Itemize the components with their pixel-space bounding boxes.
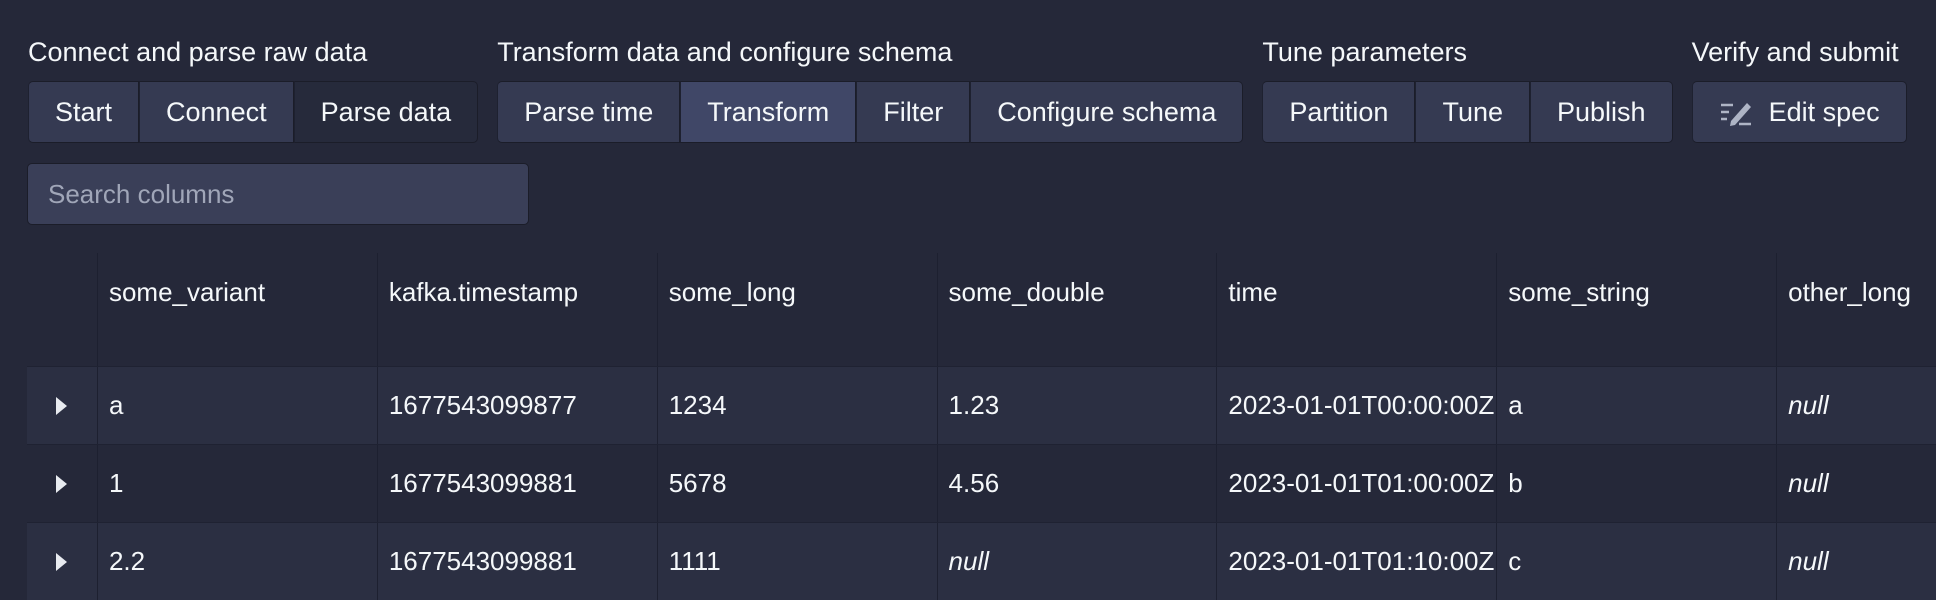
table-cell: 2023-01-01T00:00:00Z (1216, 367, 1496, 444)
table-cell: 1677543099877 (376, 367, 657, 444)
column-header[interactable]: time (1216, 253, 1496, 366)
step-group-title: Connect and parse raw data (28, 37, 368, 67)
step-group-title: Verify and submit (1691, 37, 1899, 67)
table-cell: 1.23 (936, 367, 1217, 444)
step-tune-button[interactable]: Tune (1415, 81, 1530, 143)
table-cell: 2023-01-01T01:00:00Z (1216, 445, 1496, 522)
column-header[interactable]: some_variant (96, 253, 377, 366)
table-cell: 4.56 (936, 445, 1217, 522)
table-cell: 1677543099881 (376, 523, 657, 600)
table-cell: 5678 (656, 445, 937, 522)
table-cell: null (1776, 523, 1936, 600)
step-group-verify: Verify and submit Edit spec (1691, 36, 1907, 143)
step-connect-button[interactable]: Connect (139, 81, 294, 143)
step-group-connect: Connect and parse raw data Start Connect… (28, 36, 479, 143)
edit-spec-label: Edit spec (1768, 96, 1880, 127)
data-preview-table: some_variant kafka.timestamp some_long s… (27, 253, 1936, 600)
step-group-title: Transform data and configure schema (497, 37, 953, 67)
table-row: 2.2 1677543099881 1111 null 2023-01-01T0… (27, 522, 1936, 600)
search-columns-input[interactable] (27, 163, 529, 225)
expand-row-button[interactable] (27, 523, 97, 600)
step-group-tune: Tune parameters Partition Tune Publish (1262, 36, 1673, 143)
step-parse-data-button[interactable]: Parse data (293, 81, 479, 143)
step-group-title: Tune parameters (1262, 37, 1467, 67)
table-row: a 1677543099877 1234 1.23 2023-01-01T00:… (27, 366, 1936, 444)
step-parse-time-button[interactable]: Parse time (497, 81, 681, 143)
step-partition-button[interactable]: Partition (1262, 81, 1416, 143)
column-header[interactable]: some_string (1496, 253, 1776, 366)
step-button-group: Partition Tune Publish (1262, 81, 1673, 143)
table-cell: null (1776, 445, 1936, 522)
table-row: 1 1677543099881 5678 4.56 2023-01-01T01:… (27, 444, 1936, 522)
column-header[interactable]: other_long (1776, 253, 1936, 366)
table-cell: a (1496, 367, 1776, 444)
caret-right-icon (56, 396, 68, 415)
expand-row-button[interactable] (27, 367, 97, 444)
table-cell: 2.2 (96, 523, 377, 600)
table-cell: 1234 (656, 367, 937, 444)
step-transform-button[interactable]: Transform (680, 81, 857, 143)
step-start-button[interactable]: Start (28, 81, 140, 143)
expander-header (27, 253, 97, 366)
table-cell: null (1776, 367, 1936, 444)
table-cell: a (96, 367, 377, 444)
table-cell: 1 (96, 445, 377, 522)
step-button-group: Start Connect Parse data (28, 81, 479, 143)
edit-pencil-icon (1720, 103, 1751, 126)
step-button-group: Edit spec (1691, 81, 1907, 143)
table-cell: 1111 (656, 523, 937, 600)
step-group-transform: Transform data and configure schema Pars… (497, 36, 1244, 143)
step-configure-schema-button[interactable]: Configure schema (970, 81, 1244, 143)
step-wizard: Connect and parse raw data Start Connect… (28, 36, 1907, 143)
caret-right-icon (56, 474, 68, 493)
table-cell: b (1496, 445, 1776, 522)
table-cell: 1677543099881 (376, 445, 657, 522)
step-filter-button[interactable]: Filter (856, 81, 971, 143)
table-cell: null (936, 523, 1217, 600)
column-header[interactable]: some_double (936, 253, 1217, 366)
column-header[interactable]: some_long (656, 253, 937, 366)
column-header[interactable]: kafka.timestamp (376, 253, 657, 366)
step-edit-spec-button[interactable]: Edit spec (1691, 81, 1907, 143)
step-publish-button[interactable]: Publish (1530, 81, 1673, 143)
step-button-group: Parse time Transform Filter Configure sc… (497, 81, 1244, 143)
expand-row-button[interactable] (27, 445, 97, 522)
table-cell: 2023-01-01T01:10:00Z (1216, 523, 1496, 600)
table-header-row: some_variant kafka.timestamp some_long s… (27, 253, 1936, 366)
caret-right-icon (56, 552, 68, 571)
table-cell: c (1496, 523, 1776, 600)
